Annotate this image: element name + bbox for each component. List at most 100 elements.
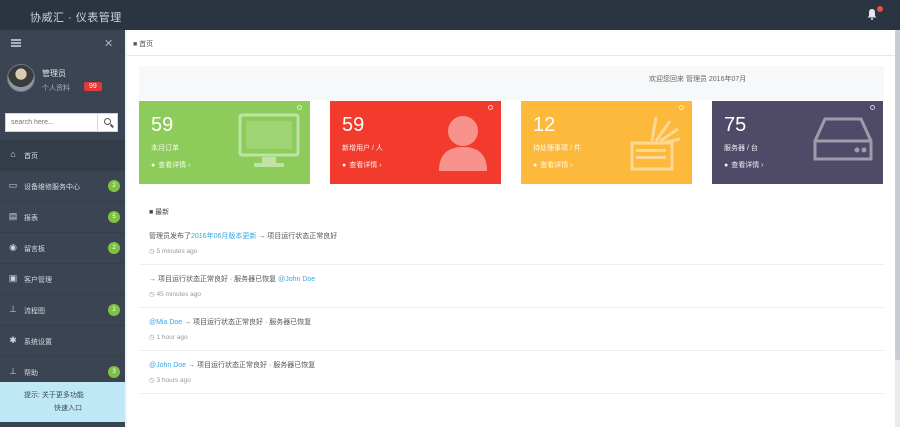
stat-card-orders[interactable]: 59 本月订单 查看详情 › — [139, 101, 310, 184]
stat-number: 59 — [151, 114, 174, 136]
activity-link[interactable]: @John Doe — [278, 276, 315, 283]
sidebar-item-service-center[interactable]: ▭ 设备维修服务中心 2 — [0, 171, 125, 202]
stat-link[interactable]: 查看详情 › — [724, 160, 763, 170]
sidebar-item-settings[interactable]: ✱ 系统设置 — [0, 326, 125, 357]
sidebar: ✕ 管理员 个人资料 99 ⌂ 首页 ▭ 设备维修服务中心 2 ▤ 报表 5 ◉… — [0, 30, 125, 427]
activity-feed: ■ 最新 管理员发布了2016年06月版本更新 → 项目运行状态正常良好 5 m… — [139, 200, 884, 422]
stat-label: 待处理事项 / 件 — [533, 145, 581, 152]
scrollbar-thumb[interactable] — [895, 30, 900, 360]
sidebar-item-label: 首页 — [24, 153, 38, 160]
welcome-text: 欢迎您回来 管理员 2016年07月 — [649, 76, 747, 83]
welcome-bar — [139, 66, 884, 100]
activity-text: @Mia Doe → 项目运行状态正常良好 · 服务器已恢复 — [149, 317, 311, 327]
avatar[interactable] — [7, 64, 35, 92]
sidebar-item-badge: 5 — [108, 211, 120, 223]
stat-link[interactable]: 查看详情 › — [151, 160, 190, 170]
sidebar-item-home[interactable]: ⌂ 首页 — [0, 140, 125, 171]
sidebar-promo[interactable]: 提示: 关于更多功能 快速入口 — [0, 382, 125, 422]
sitemap-icon: ⊥ — [9, 366, 17, 376]
search-input[interactable] — [6, 114, 98, 131]
list-item: → 项目运行状态正常良好 · 服务器已恢复 @John Doe 45 minut… — [139, 265, 884, 308]
user-badge: 99 — [84, 82, 102, 91]
activity-prefix: → 项目运行状态正常良好 · 服务器已恢复 — [149, 276, 277, 283]
sitemap-icon: ⊥ — [9, 304, 17, 314]
stat-number: 59 — [342, 114, 365, 136]
sidebar-item-label: 客户管理 — [24, 277, 52, 284]
top-navbar: 协威汇 · 仪表管理 — [0, 0, 900, 30]
activity-link[interactable]: @John Doe — [149, 362, 186, 369]
activity-time: 45 minutes ago — [149, 290, 200, 298]
main-content: ■ 首页 欢迎您回来 管理员 2016年07月 59 本月订单 查看详情 › 5… — [127, 30, 895, 427]
activity-title: ■ 最新 — [149, 209, 170, 216]
eye-icon: ◉ — [9, 242, 17, 252]
signal-icon — [630, 116, 681, 171]
activity-time: 5 minutes ago — [149, 247, 197, 255]
sidebar-search — [5, 113, 118, 132]
stat-link[interactable]: 查看详情 › — [533, 160, 572, 170]
stat-number: 75 — [724, 114, 747, 136]
activity-time: 3 hours ago — [149, 376, 190, 384]
activity-text: 管理员发布了2016年06月版本更新 → 项目运行状态正常良好 — [149, 231, 337, 241]
user-panel: 管理员 个人资料 99 — [0, 62, 125, 102]
activity-text: → 项目运行状态正常良好 · 服务器已恢复 @John Doe — [149, 274, 315, 284]
list-item: @Mia Doe → 项目运行状态正常良好 · 服务器已恢复 1 hour ag… — [139, 308, 884, 351]
card-icon: ▣ — [8, 273, 18, 283]
sidebar-item-badge: 3 — [108, 366, 120, 378]
sidebar-item-label: 帮助 — [24, 370, 38, 377]
notification-badge — [877, 6, 883, 12]
monitor-icon — [238, 113, 300, 167]
stat-card-users[interactable]: 59 新增用户 / 人 查看详情 › — [330, 101, 501, 184]
stat-card-servers[interactable]: 75 服务器 / 台 查看详情 › — [712, 101, 883, 184]
gear-icon: ✱ — [9, 335, 17, 345]
promo-line: 快速入口 — [54, 405, 82, 412]
document-icon: ▤ — [8, 211, 18, 221]
page-scrollbar[interactable] — [895, 30, 900, 427]
close-icon[interactable] — [870, 105, 875, 110]
activity-suffix: → 项目运行状态正常良好 — [256, 233, 338, 240]
collapse-icon[interactable]: ✕ — [104, 37, 113, 50]
sidebar-item-reports[interactable]: ▤ 报表 5 — [0, 202, 125, 233]
search-icon[interactable] — [97, 114, 117, 131]
stat-label: 本月订单 — [151, 145, 179, 152]
activity-link[interactable]: 2016年06月版本更新 — [191, 233, 256, 240]
home-icon: ⌂ — [10, 149, 16, 159]
stat-label: 服务器 / 台 — [724, 145, 758, 152]
menu-icon[interactable] — [11, 39, 21, 47]
list-item: @John Doe → 项目运行状态正常良好 · 服务器已恢复 3 hours … — [139, 351, 884, 394]
sidebar-item-flowchart[interactable]: ⊥ 流程图 2 — [0, 295, 125, 326]
app-title: 协威汇 · 仪表管理 — [30, 12, 122, 24]
monitor-icon: ▭ — [8, 180, 18, 190]
close-icon[interactable] — [488, 105, 493, 110]
sidebar-item-badge: 2 — [108, 180, 120, 192]
close-icon[interactable] — [297, 105, 302, 110]
stat-number: 12 — [533, 114, 556, 136]
sidebar-item-label: 报表 — [24, 215, 38, 222]
user-icon — [439, 116, 487, 171]
activity-suffix: → 项目运行状态正常良好 · 服务器已恢复 — [182, 319, 312, 326]
hdd-icon — [813, 117, 873, 161]
activity-prefix: 管理员发布了 — [149, 233, 191, 240]
activity-suffix: → 项目运行状态正常良好 · 服务器已恢复 — [186, 362, 316, 369]
list-item: 管理员发布了2016年06月版本更新 → 项目运行状态正常良好 5 minute… — [139, 222, 884, 265]
sidebar-item-label: 系统设置 — [24, 339, 52, 346]
user-status[interactable]: 个人资料 — [42, 83, 70, 93]
sidebar-item-customers[interactable]: ▣ 客户管理 — [0, 264, 125, 295]
stat-link[interactable]: 查看详情 › — [342, 160, 381, 170]
divider — [127, 55, 895, 56]
breadcrumb[interactable]: ■ 首页 — [133, 39, 153, 49]
stat-label: 新增用户 / 人 — [342, 145, 383, 152]
activity-text: @John Doe → 项目运行状态正常良好 · 服务器已恢复 — [149, 360, 315, 370]
sidebar-item-messages[interactable]: ◉ 留言板 2 — [0, 233, 125, 264]
activity-link[interactable]: @Mia Doe — [149, 319, 182, 326]
promo-line: 提示: 关于更多功能 — [24, 392, 84, 399]
sidebar-item-label: 设备维修服务中心 — [24, 184, 80, 191]
sidebar-item-label: 留言板 — [24, 246, 45, 253]
stat-card-tasks[interactable]: 12 待处理事项 / 件 查看详情 › — [521, 101, 692, 184]
sidebar-header: ✕ — [0, 30, 125, 58]
sidebar-item-badge: 2 — [108, 304, 120, 316]
sidebar-item-label: 流程图 — [24, 308, 45, 315]
sidebar-item-badge: 2 — [108, 242, 120, 254]
user-name: 管理员 — [42, 69, 66, 78]
close-icon[interactable] — [679, 105, 684, 110]
sidebar-nav: ⌂ 首页 ▭ 设备维修服务中心 2 ▤ 报表 5 ◉ 留言板 2 ▣ 客户管理 … — [0, 140, 125, 388]
